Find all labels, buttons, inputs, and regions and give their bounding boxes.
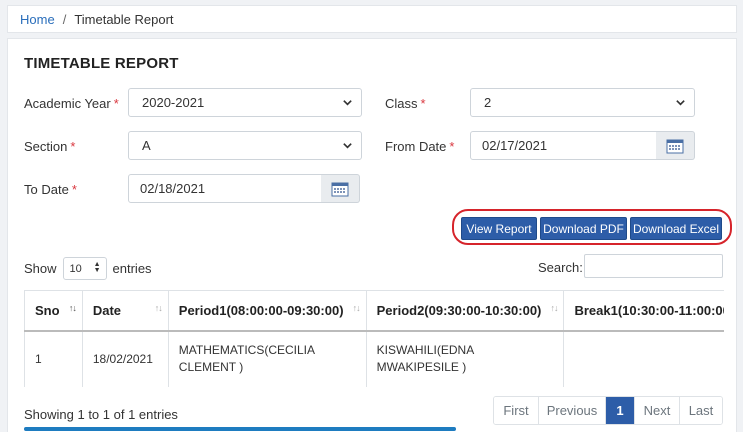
- sort-asc-icon: ↑↓: [68, 303, 77, 313]
- search-label: Search:: [538, 260, 583, 275]
- column-header-sno[interactable]: Sno ↑↓: [24, 290, 83, 332]
- column-header-period1[interactable]: Period1(08:00:00-09:30:00) ↑↓: [167, 290, 367, 332]
- search-input[interactable]: [584, 254, 723, 278]
- chevron-down-icon: [676, 100, 685, 106]
- pagination: First Previous 1 Next Last: [493, 396, 723, 425]
- to-date-calendar-button[interactable]: [321, 174, 360, 203]
- entries-per-page-select[interactable]: 10 ▲ ▼: [62, 257, 107, 280]
- chevron-down-icon: [343, 100, 352, 106]
- from-date-label: From Date *: [385, 139, 455, 154]
- academic-year-select[interactable]: 2020-2021: [128, 88, 362, 117]
- table-info: Showing 1 to 1 of 1 entries: [24, 407, 178, 422]
- to-date-label: To Date *: [24, 182, 77, 197]
- cell-period2: KISWAHILI(EDNA MWAKIPESILE ): [365, 330, 565, 387]
- cell-sno: 1: [24, 330, 83, 387]
- column-header-period2[interactable]: Period2(09:30:00-10:30:00) ↑↓: [365, 290, 565, 332]
- sort-icon: ↑↓: [352, 303, 361, 313]
- section-label: Section *: [24, 139, 76, 154]
- table-length-control: Show 10 ▲ ▼ entries: [24, 257, 152, 280]
- section-select[interactable]: A: [128, 131, 362, 160]
- breadcrumb: Home / Timetable Report: [7, 5, 737, 33]
- table-header-row: Sno ↑↓ Date ↑↓ Period1(08:00:00-09:30:00) ↑…: [24, 290, 724, 332]
- download-excel-button[interactable]: Download Excel: [630, 217, 722, 240]
- breadcrumb-separator: /: [62, 11, 67, 27]
- column-header-break1[interactable]: Break1(10:30:00-11:00:00): [563, 290, 724, 332]
- to-date-input[interactable]: 02/18/2021: [128, 174, 322, 203]
- timetable-table: Sno ↑↓ Date ↑↓ Period1(08:00:00-09:30:00) ↑…: [24, 290, 724, 387]
- page-title: TIMETABLE REPORT: [24, 55, 179, 72]
- pagination-last[interactable]: Last: [679, 397, 722, 424]
- breadcrumb-current: Timetable Report: [74, 11, 174, 27]
- cell-date: 18/02/2021: [81, 330, 169, 387]
- show-label: Show: [24, 261, 57, 276]
- sort-icon: ↑↓: [550, 303, 558, 313]
- pagination-first[interactable]: First: [494, 397, 538, 424]
- from-date-input[interactable]: 02/17/2021: [470, 131, 657, 160]
- cell-period1: MATHEMATICS(CECILIA CLEMENT ): [167, 330, 367, 387]
- column-header-date[interactable]: Date ↑↓: [81, 290, 169, 332]
- table-row: 1 18/02/2021 MATHEMATICS(CECILIA CLEMENT…: [24, 330, 724, 387]
- entries-label: entries: [112, 261, 152, 276]
- timetable-report-card: TIMETABLE REPORT Academic Year * 2020-202…: [7, 38, 737, 432]
- cell-break1: [563, 330, 724, 387]
- breadcrumb-home-link[interactable]: Home: [20, 12, 55, 27]
- sort-icon: ↑↓: [154, 303, 163, 313]
- calendar-icon: [666, 139, 684, 153]
- calendar-icon: [331, 182, 349, 196]
- view-report-button[interactable]: View Report: [461, 217, 537, 240]
- horizontal-scrollbar[interactable]: [24, 427, 456, 431]
- updown-arrow-icon: ▲ ▼: [93, 261, 101, 274]
- download-pdf-button[interactable]: Download PDF: [540, 217, 627, 240]
- pagination-next[interactable]: Next: [634, 397, 679, 424]
- pagination-previous[interactable]: Previous: [538, 397, 605, 424]
- scrollbar-thumb[interactable]: [24, 427, 456, 431]
- academic-year-label: Academic Year *: [24, 96, 119, 111]
- class-select[interactable]: 2: [470, 88, 695, 117]
- chevron-down-icon: [343, 143, 352, 149]
- timetable-table-container[interactable]: Sno ↑↓ Date ↑↓ Period1(08:00:00-09:30:00) ↑…: [24, 290, 724, 387]
- from-date-calendar-button[interactable]: [656, 131, 695, 160]
- pagination-page-1[interactable]: 1: [605, 397, 634, 424]
- class-label: Class *: [385, 96, 426, 111]
